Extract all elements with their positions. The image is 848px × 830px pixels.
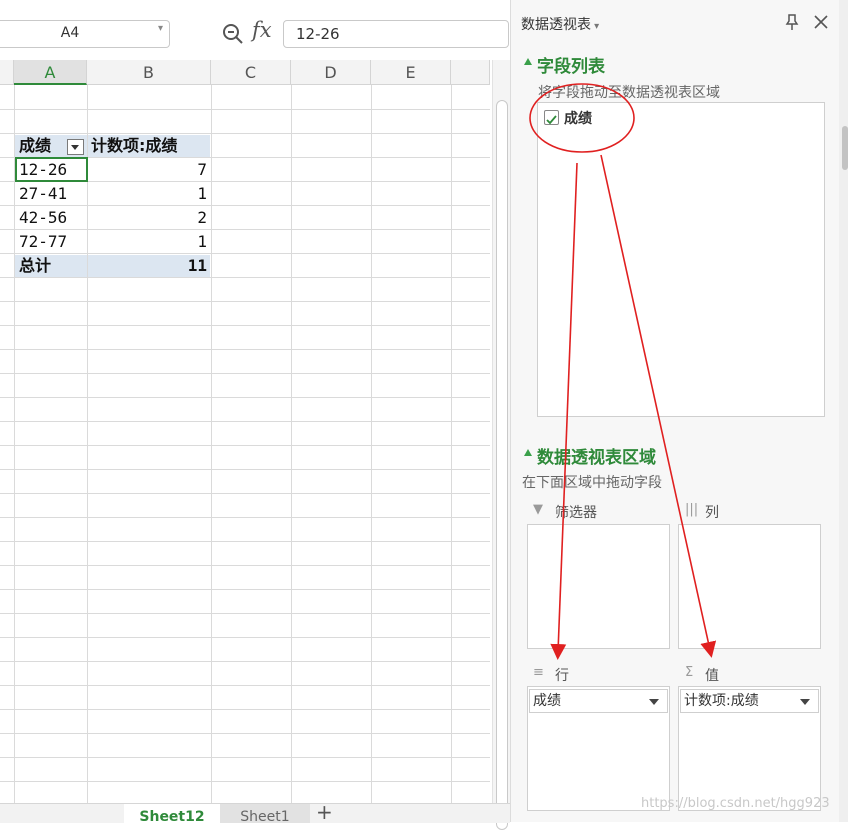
collapse-icon[interactable] [524,449,532,456]
pin-icon[interactable] [783,13,801,31]
value-area-label: 值 [705,668,719,684]
value-drop-area[interactable]: 计数项:成绩 [678,686,821,811]
sheet-tab-bar: Sheet12 Sheet1 + [0,800,510,825]
column-header-a[interactable]: A [14,60,87,85]
column-header-b[interactable]: B [87,60,211,85]
chevron-down-icon[interactable] [649,699,659,705]
pivot-row-label[interactable]: 72-77 [19,230,67,254]
chevron-down-icon[interactable] [800,699,810,705]
vertical-scrollbar[interactable] [492,60,511,830]
spreadsheet-grid[interactable]: A B C D E 成绩 计数项:成绩 12-26 7 27-41 1 42-5… [0,60,490,805]
field-list-hint: 将字段拖动至数据透视表区域 [538,85,720,101]
pivot-row-count[interactable]: 1 [89,230,207,254]
panel-title[interactable]: 数据透视表 ▾ [521,14,599,34]
sheet-tab[interactable]: Sheet1 [220,804,310,825]
pivot-row-label[interactable]: 27-41 [19,182,67,206]
column-area-icon: ||| [685,502,699,517]
chevron-down-icon[interactable]: ▾ [158,23,163,34]
sigma-icon: Σ [685,665,694,680]
pivot-row-header: 成绩 [19,136,52,155]
pivot-panel: 数据透视表 ▾ 字段列表 将字段拖动至数据透视表区域 成绩 数据透视表区域 在下… [510,0,840,822]
row-drop-area[interactable]: 成绩 [527,686,670,811]
filter-drop-area[interactable] [527,524,670,649]
row-area-label: 行 [555,668,569,684]
areas-hint: 在下面区域中拖动字段 [522,475,662,491]
areas-title: 数据透视表区域 [537,448,656,468]
pivot-row-count[interactable]: 2 [89,206,207,230]
check-icon [546,115,557,125]
watermark-text: https://blog.csdn.net/hgg923 [641,796,830,811]
filter-area-label: 筛选器 [555,505,597,521]
collapse-icon[interactable] [524,58,532,65]
pivot-total-value: 11 [187,256,207,275]
pivot-value-header: 计数项:成绩 [91,136,178,155]
pivot-total-label: 总计 [19,256,52,275]
field-name[interactable]: 成绩 [564,108,592,128]
column-header-f[interactable] [451,60,490,85]
selected-cell[interactable] [15,157,88,182]
pivot-row-count[interactable]: 7 [89,158,207,182]
filter-dropdown-button[interactable] [67,139,84,155]
name-box-value: A4 [60,25,80,41]
formula-input[interactable]: 12-26 [283,20,509,48]
name-box[interactable]: A4 ▾ [0,20,170,48]
field-list-title: 字段列表 [537,57,605,77]
field-list-box: 成绩 [537,102,825,417]
sheet-tab[interactable]: Sheet12 [124,804,220,825]
filter-icon: ▼ [533,502,543,517]
value-field-pill[interactable]: 计数项:成绩 [680,689,819,713]
column-header-d[interactable]: D [291,60,371,85]
add-sheet-button[interactable]: + [316,800,333,824]
pivot-row-count[interactable]: 1 [89,182,207,206]
field-checkbox[interactable] [544,110,559,125]
formula-value: 12-26 [296,25,340,43]
scrollbar-thumb[interactable] [496,100,508,830]
zoom-icon[interactable] [221,22,245,46]
corner-cell[interactable] [0,60,14,85]
panel-scrollbar-thumb[interactable] [842,126,848,170]
pivot-row-label[interactable]: 42-56 [19,206,67,230]
column-header-e[interactable]: E [371,60,451,85]
row-field-pill[interactable]: 成绩 [529,689,668,713]
row-area-icon: ≡ [533,665,544,680]
column-header-c[interactable]: C [211,60,291,85]
panel-scrollbar[interactable] [839,0,848,822]
column-drop-area[interactable] [678,524,821,649]
fx-icon[interactable]: fx [252,18,272,42]
close-icon[interactable] [813,14,829,30]
column-area-label: 列 [705,505,719,521]
